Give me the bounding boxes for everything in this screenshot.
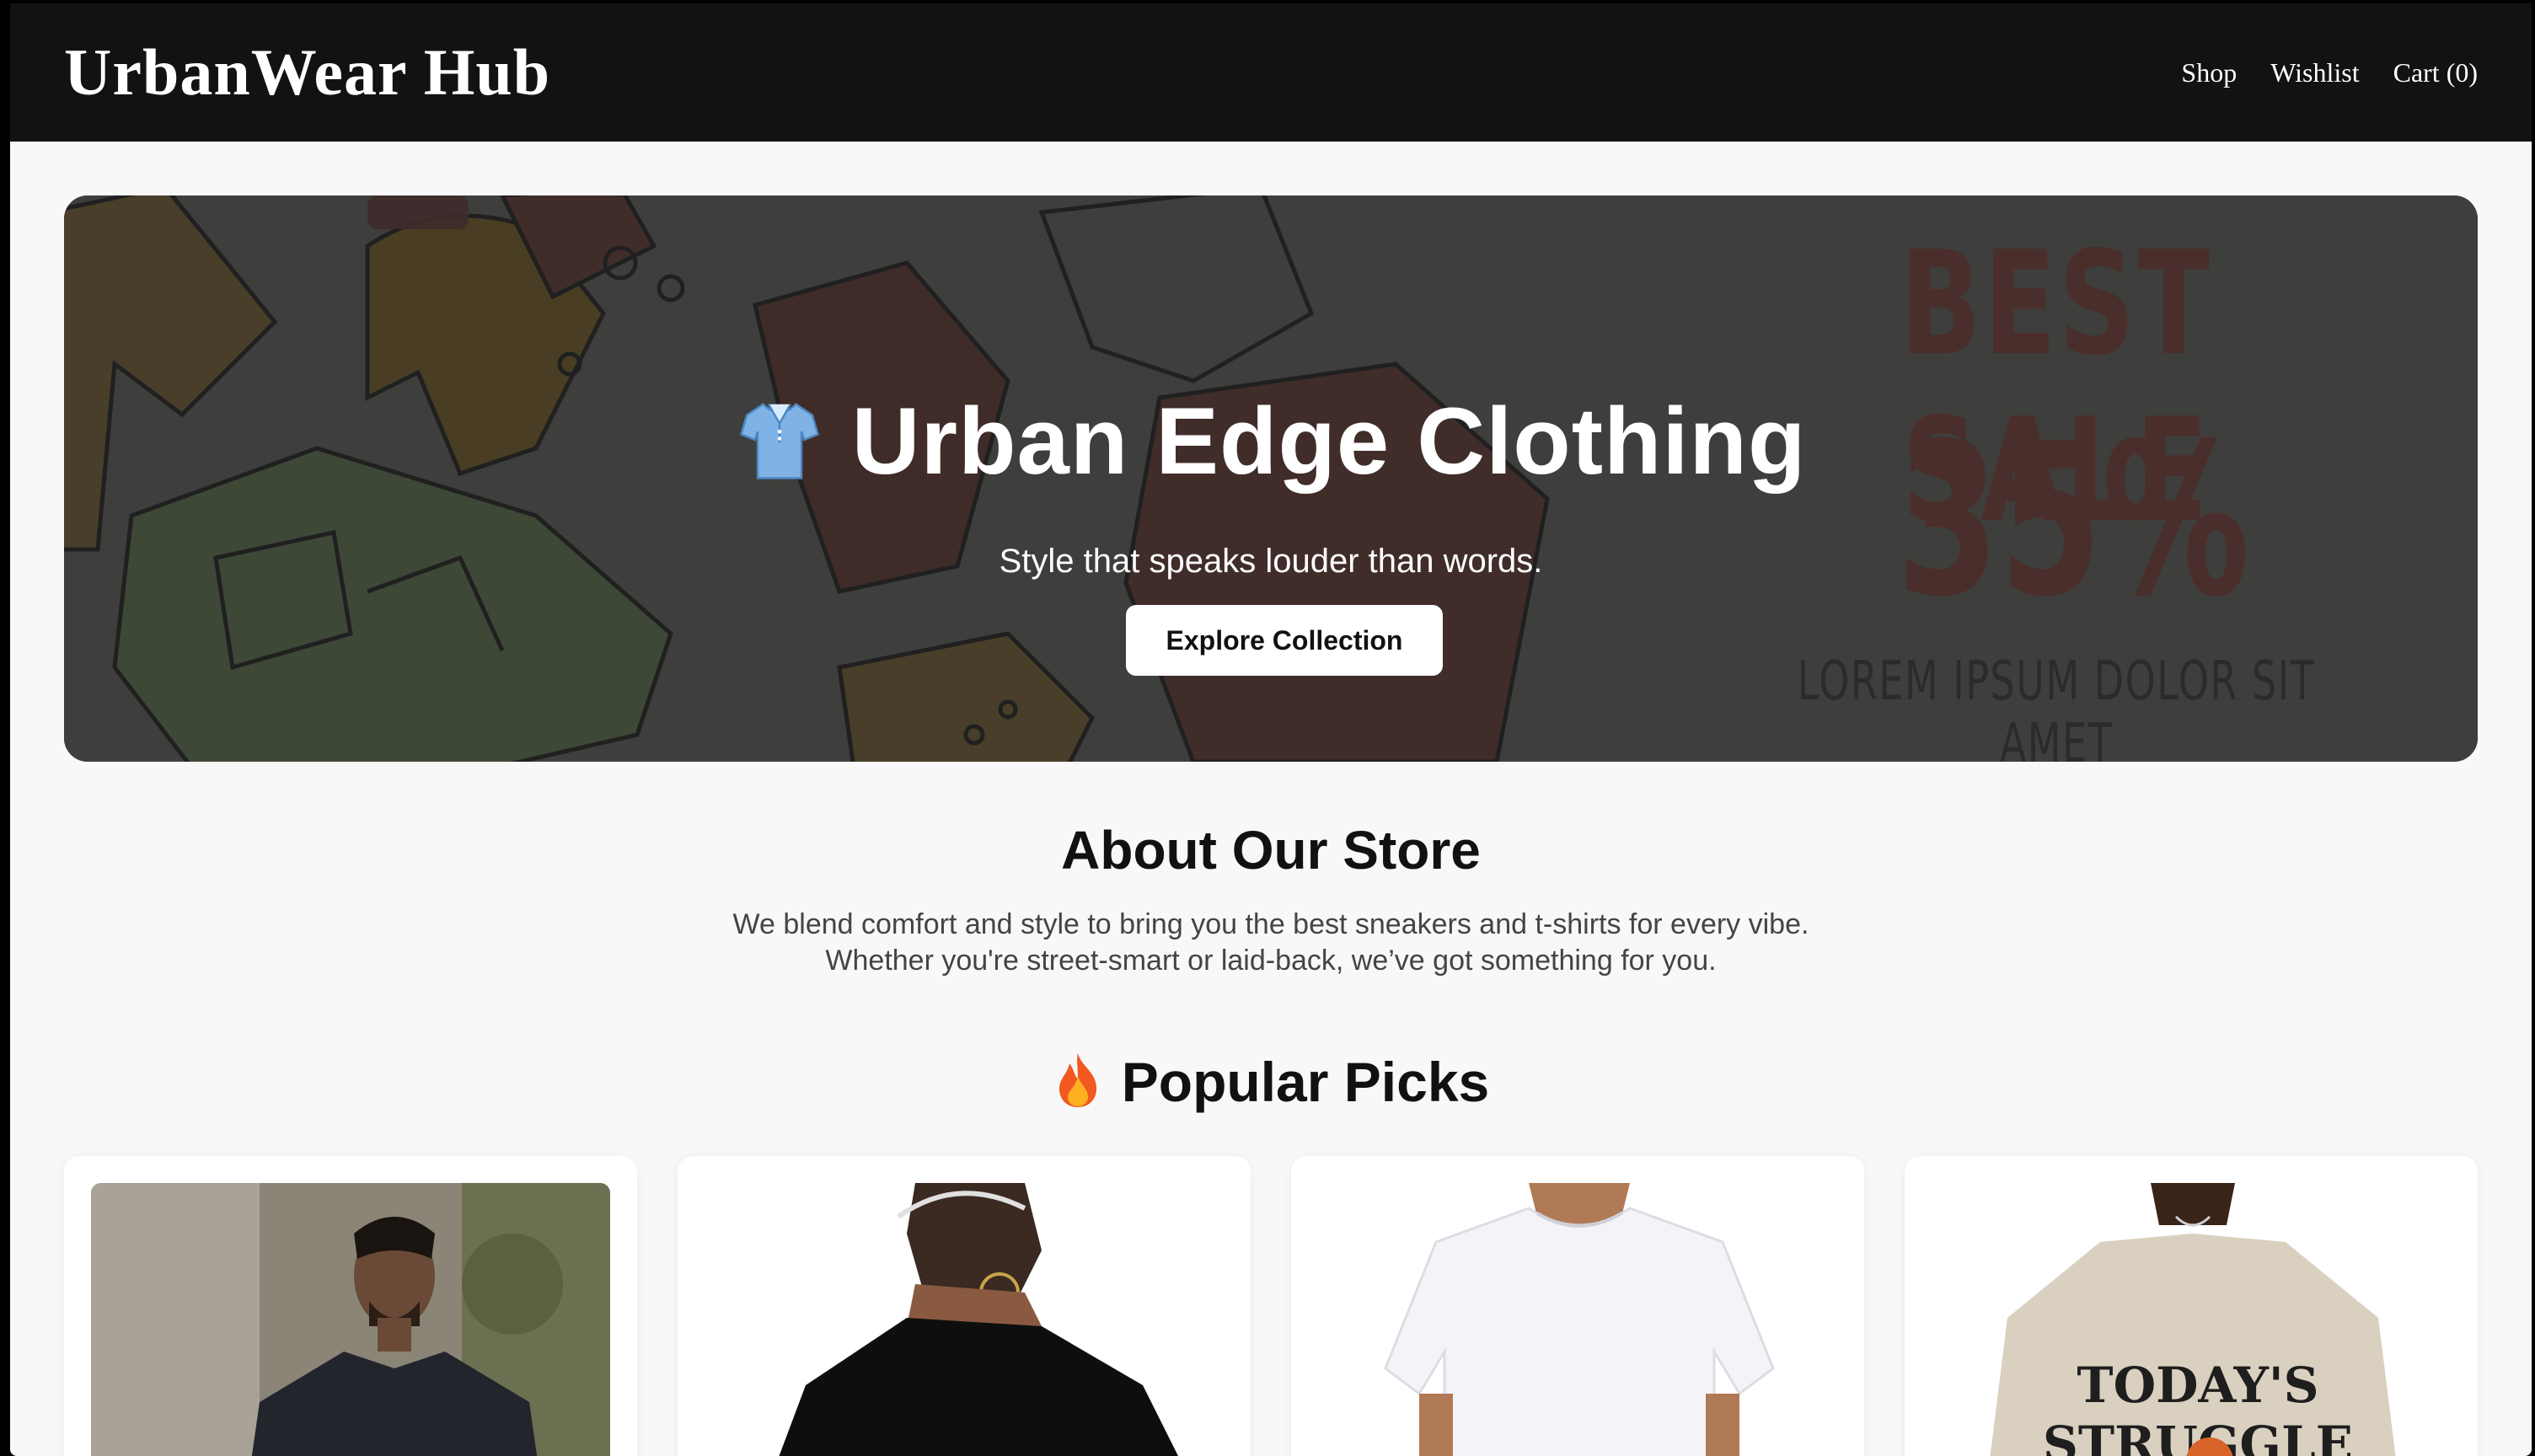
graphic-print-text: TODAY'S <box>2077 1357 2318 1414</box>
hero-title: Urban Edge Clothing <box>851 388 1807 494</box>
product-card[interactable] <box>64 1156 637 1456</box>
browser-viewport: UrbanWear Hub Shop Wishlist Cart (0) BES… <box>10 3 2532 1456</box>
popular-title: Popular Picks <box>1121 1051 1490 1113</box>
fire-icon <box>1053 1052 1103 1113</box>
hero-title-row: Urban Edge Clothing <box>64 394 2478 489</box>
main-nav: Shop Wishlist Cart (0) <box>2181 57 2478 88</box>
product-image-woman-black-graphic-tshirt[interactable]: GOOD <box>705 1183 1224 1456</box>
product-image-beige-graphic-tshirt[interactable]: TODAY'S STRUGGLE <box>1932 1183 2451 1456</box>
product-image-white-tshirt[interactable] <box>1318 1183 1837 1456</box>
popular-heading: Popular Picks <box>10 1050 2532 1114</box>
product-card[interactable]: TODAY'S STRUGGLE <box>1905 1156 2478 1456</box>
hero-banner: BEST SALE 35% LOREM IPSUM DOLOR SIT AMET… <box>64 195 2478 762</box>
nav-shop-link[interactable]: Shop <box>2181 57 2237 88</box>
about-title: About Our Store <box>1061 820 1481 881</box>
product-grid: GOOD <box>64 1156 2478 1456</box>
product-image-man-black-tshirt[interactable] <box>91 1183 610 1456</box>
nav-wishlist-link[interactable]: Wishlist <box>2270 57 2359 88</box>
about-line-2: Whether you're street-smart or laid-back… <box>825 945 1717 977</box>
nav-cart-link[interactable]: Cart (0) <box>2393 57 2478 88</box>
product-card[interactable] <box>1291 1156 1864 1456</box>
site-logo[interactable]: UrbanWear Hub <box>64 35 550 110</box>
about-description: We blend comfort and style to bring you … <box>10 907 2532 979</box>
hero-subtitle: Style that speaks louder than words. <box>999 543 1543 580</box>
site-header: UrbanWear Hub Shop Wishlist Cart (0) <box>10 3 2532 142</box>
hero-content: Urban Edge Clothing Style that speaks lo… <box>64 195 2478 762</box>
explore-collection-button[interactable]: Explore Collection <box>1126 605 1443 676</box>
product-card[interactable]: GOOD <box>678 1156 1251 1456</box>
shirt-icon <box>736 396 823 488</box>
about-line-1: We blend comfort and style to bring you … <box>732 908 1809 940</box>
